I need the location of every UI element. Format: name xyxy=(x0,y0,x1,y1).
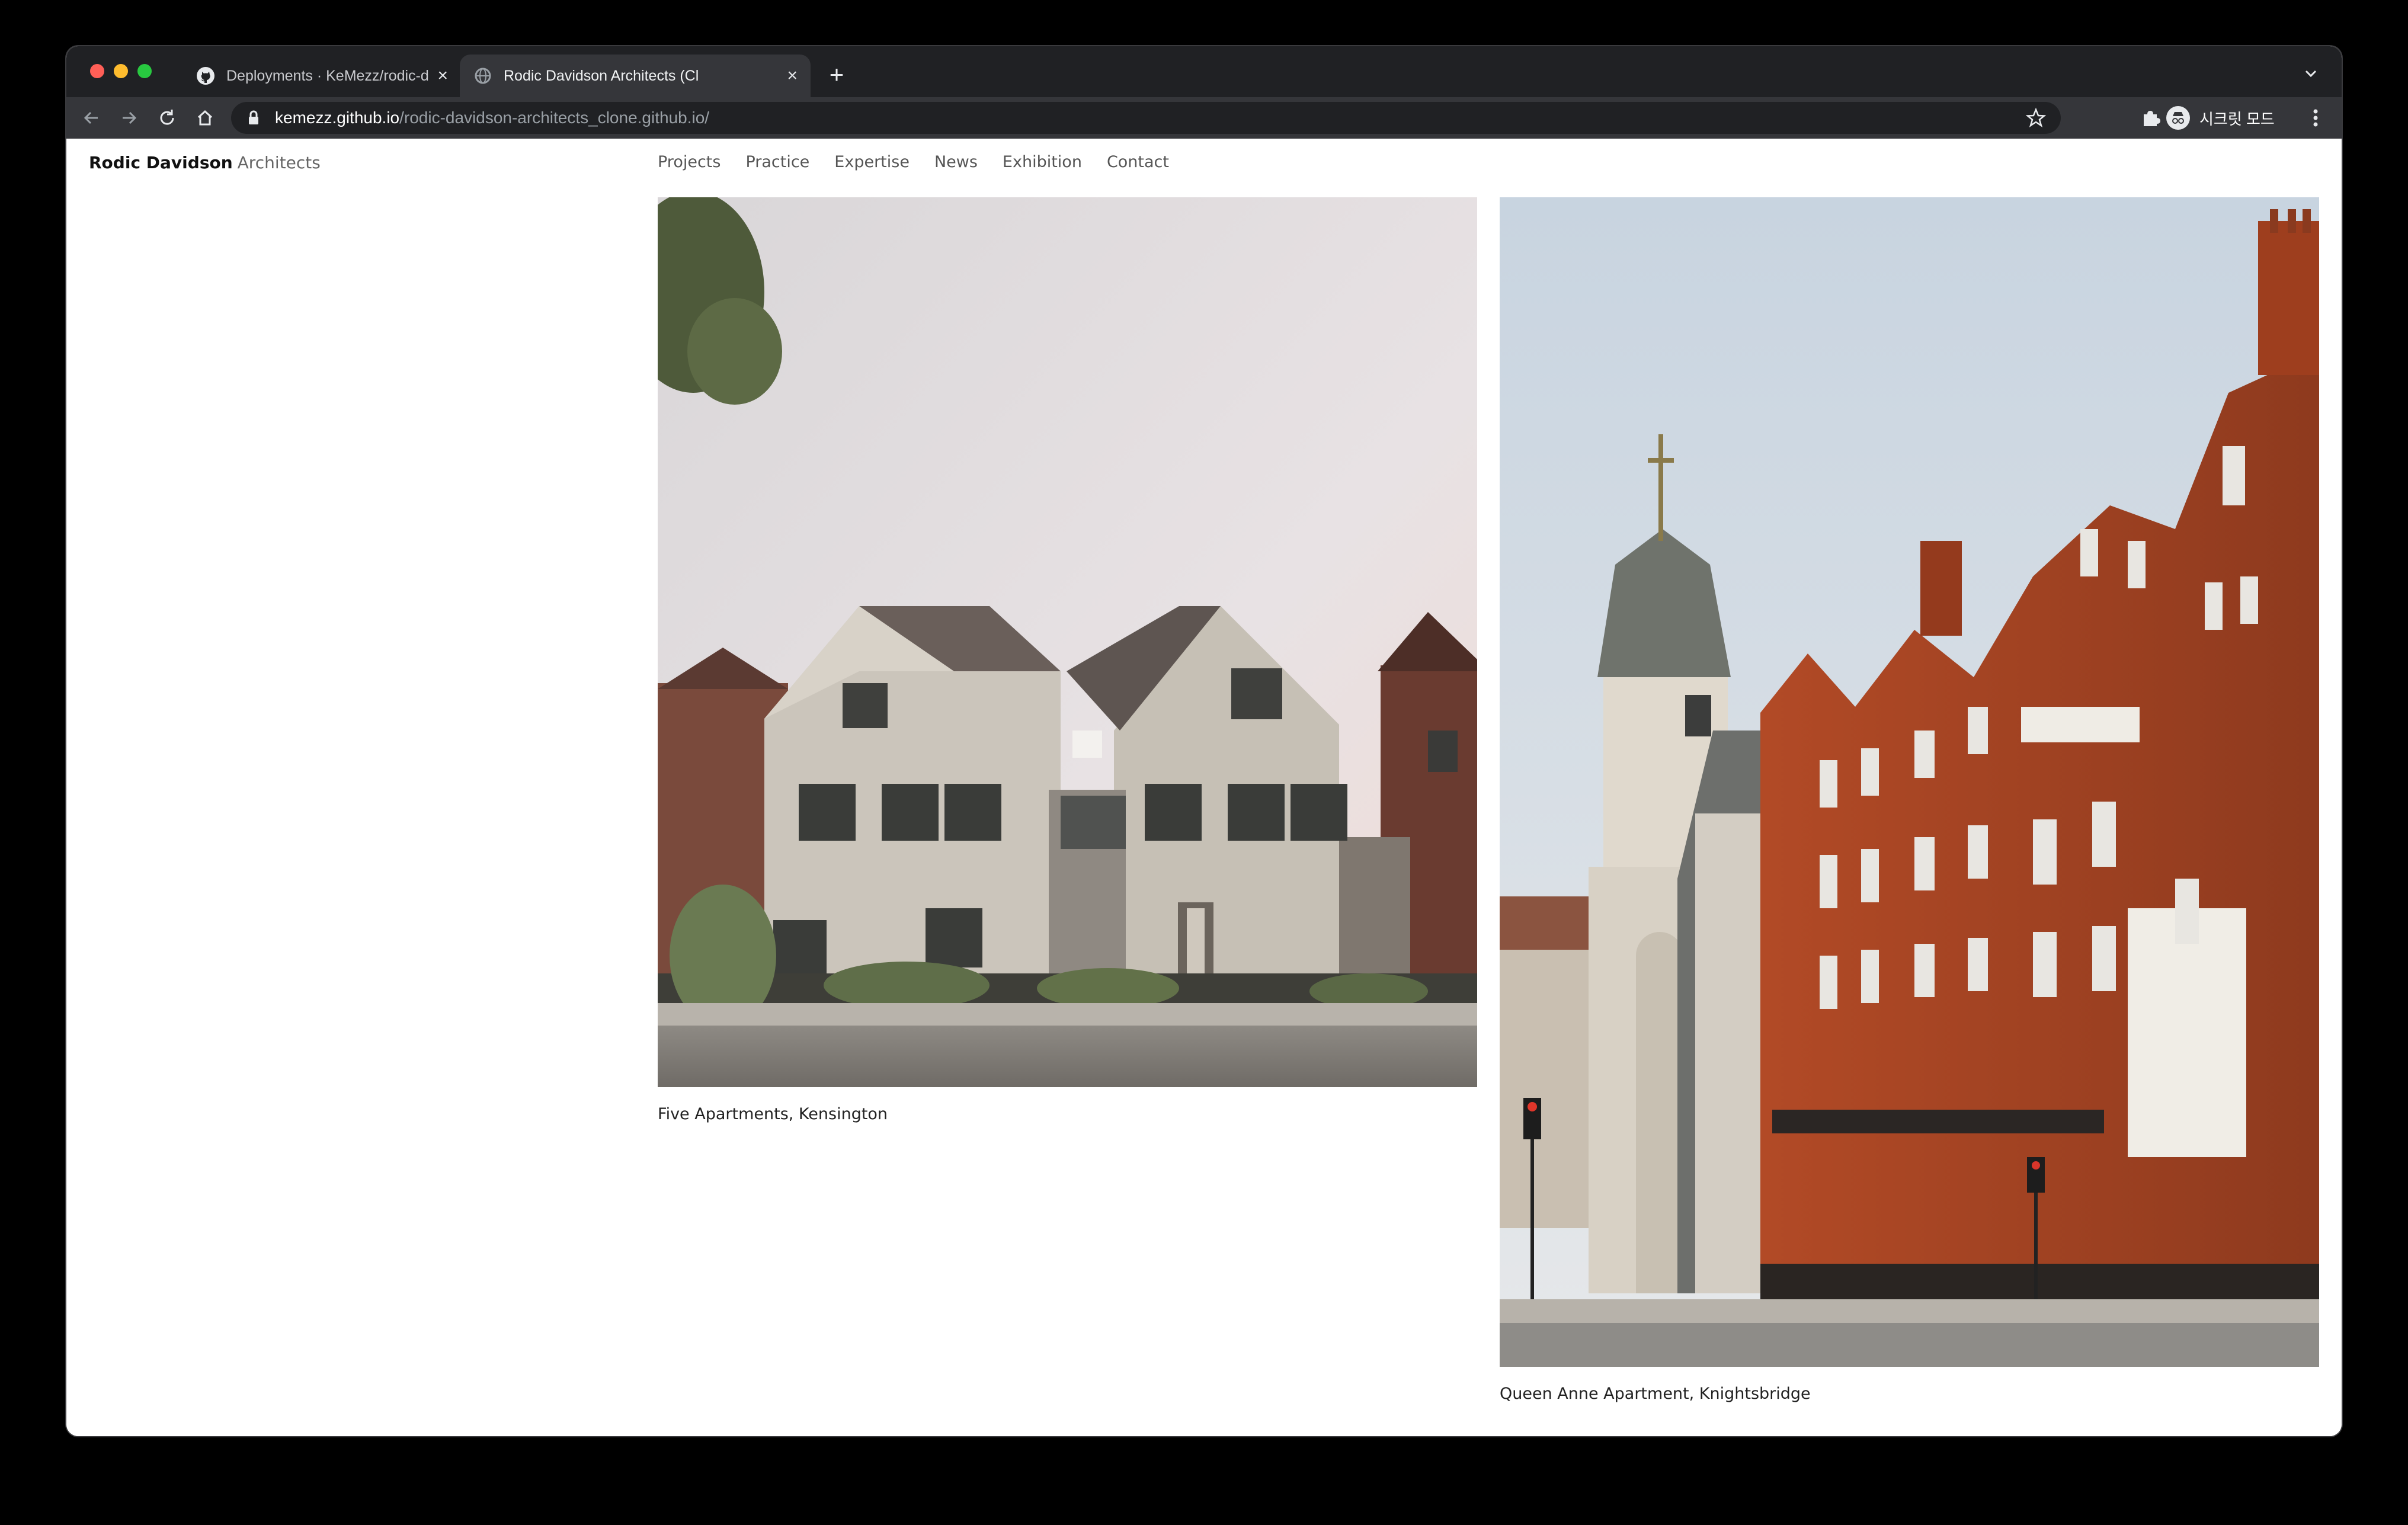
globe-icon xyxy=(473,66,493,86)
tab-deployments[interactable]: Deployments · KeMezz/rodic-d × xyxy=(182,55,461,97)
project-image-queen-anne[interactable] xyxy=(1500,197,2319,1367)
nav-expertise[interactable]: Expertise xyxy=(834,153,910,171)
bookmark-star-icon[interactable] xyxy=(2025,107,2047,129)
web-page: Rodic Davidson Architects Projects Practi… xyxy=(66,139,2342,1436)
logo-primary: Rodic Davidson xyxy=(89,153,233,172)
browser-window: Deployments · KeMezz/rodic-d × Rodic Dav… xyxy=(66,46,2342,1436)
extensions-puzzle-icon[interactable] xyxy=(2139,106,2163,130)
nav-news[interactable]: News xyxy=(934,153,978,171)
lock-icon[interactable] xyxy=(248,109,262,127)
github-icon xyxy=(196,66,216,86)
minimize-window-button[interactable] xyxy=(114,64,128,78)
close-tab-icon[interactable]: × xyxy=(787,66,798,86)
reload-icon xyxy=(160,110,174,125)
home-button[interactable] xyxy=(193,106,217,130)
project-caption[interactable]: Five Apartments, Kensington xyxy=(658,1105,1477,1123)
arrow-left-icon xyxy=(84,111,98,124)
close-window-button[interactable] xyxy=(90,64,104,78)
project-image-five-apartments[interactable] xyxy=(658,197,1477,1087)
arrow-right-icon xyxy=(123,111,137,124)
url-path: /rodic-davidson-architects_clone.github.… xyxy=(399,108,710,127)
nav-contact[interactable]: Contact xyxy=(1107,153,1169,171)
main-nav: Projects Practice Expertise News Exhibit… xyxy=(658,153,1194,171)
maximize-window-button[interactable] xyxy=(137,64,152,78)
project-caption[interactable]: Queen Anne Apartment, Knightsbridge xyxy=(1500,1385,2319,1403)
tab-search-chevron-icon[interactable] xyxy=(2299,62,2323,85)
tab-title: Deployments · KeMezz/rodic-d xyxy=(226,67,429,84)
url-text: kemezz.github.io/rodic-davidson-architec… xyxy=(275,108,709,127)
site-logo[interactable]: Rodic Davidson Architects xyxy=(89,153,321,172)
logo-secondary: Architects xyxy=(237,153,321,172)
profile-label: 시크릿 모드 xyxy=(2199,110,2275,128)
nav-practice[interactable]: Practice xyxy=(745,153,809,171)
incognito-profile-button[interactable]: 시크릿 모드 xyxy=(2166,102,2275,133)
nav-projects[interactable]: Projects xyxy=(658,153,721,171)
project-card-five-apartments[interactable]: Five Apartments, Kensington xyxy=(658,197,1477,1123)
close-tab-icon[interactable]: × xyxy=(437,66,448,86)
incognito-icon xyxy=(2166,106,2190,130)
tab-strip: Deployments · KeMezz/rodic-d × Rodic Dav… xyxy=(66,46,2342,97)
browser-toolbar: kemezz.github.io/rodic-davidson-architec… xyxy=(66,97,2342,139)
nav-exhibition[interactable]: Exhibition xyxy=(1003,153,1082,171)
url-host: kemezz.github.io xyxy=(275,108,400,127)
more-menu-icon[interactable] xyxy=(2304,106,2327,130)
address-bar[interactable]: kemezz.github.io/rodic-davidson-architec… xyxy=(231,102,2061,134)
new-tab-button[interactable]: + xyxy=(824,62,850,88)
back-button[interactable] xyxy=(79,106,103,130)
tab-title: Rodic Davidson Architects (Cl xyxy=(504,67,699,84)
tab-rodic-davidson[interactable]: Rodic Davidson Architects (Cl × xyxy=(460,55,811,97)
project-card-queen-anne[interactable]: Queen Anne Apartment, Knightsbridge xyxy=(1500,197,2319,1403)
forward-button[interactable] xyxy=(117,106,141,130)
reload-button[interactable] xyxy=(155,106,179,130)
home-icon xyxy=(197,110,213,126)
